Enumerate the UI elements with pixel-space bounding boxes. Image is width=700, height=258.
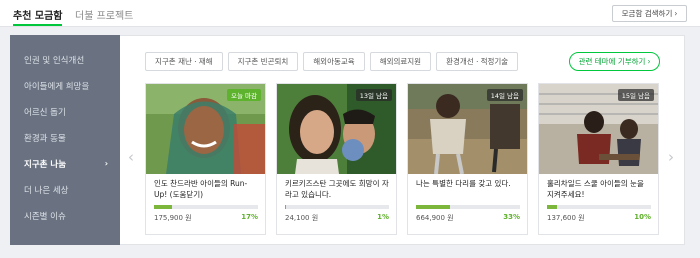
fundraiser-photo: 13일 남음 bbox=[277, 84, 396, 174]
sidebar-item-global-sharing[interactable]: 지구촌 나눔 › bbox=[10, 151, 120, 177]
search-button-label: 모금함 검색하기 bbox=[621, 9, 673, 18]
funding-progress-bar bbox=[154, 205, 258, 209]
funding-percent: 10% bbox=[634, 213, 651, 221]
sidebar-item-children[interactable]: 아이들에게 희망을 bbox=[10, 73, 120, 99]
chip-disaster-relief[interactable]: 지구촌 재난ㆍ재해 bbox=[145, 52, 223, 71]
fundraiser-title: 나는 특별한 다리를 갖고 있다. bbox=[416, 179, 511, 188]
tab-double-project[interactable]: 더불 프로젝트 bbox=[75, 7, 133, 22]
sidebar-item-seasonal-issues[interactable]: 시즌별 이슈 bbox=[10, 203, 120, 229]
sidebar-item-label: 환경과 동물 bbox=[24, 134, 66, 144]
sidebar-item-label: 더 나은 세상 bbox=[24, 186, 69, 196]
fundraiser-card[interactable]: 14일 남음 나는 특별한 다리를 갖고 있다. 664,900 원 33% bbox=[407, 83, 528, 235]
sidebar-item-label: 어르신 돕기 bbox=[24, 108, 66, 118]
fundraiser-card[interactable]: 오늘 마감 인도 찬드라반 아이들의 Run-Up! (도움닫기) 175,90… bbox=[145, 83, 266, 235]
sidebar-item-better-world[interactable]: 더 나은 세상 bbox=[10, 177, 120, 203]
funding-percent: 1% bbox=[377, 213, 389, 221]
fundraiser-photo: 오늘 마감 bbox=[146, 84, 265, 174]
donate-theme-button[interactable]: 관련 테마에 기부하기 › bbox=[569, 52, 660, 71]
carousel-next-icon[interactable]: › bbox=[668, 148, 674, 166]
raised-amount: 137,600 원 bbox=[547, 214, 585, 222]
chip-child-education[interactable]: 해외아동교육 bbox=[303, 52, 365, 71]
sidebar-item-label: 아이들에게 희망을 bbox=[24, 82, 90, 92]
fundraiser-photo: 14일 남음 bbox=[408, 84, 527, 174]
funding-progress-bar bbox=[547, 205, 651, 209]
chevron-right-icon: › bbox=[104, 159, 108, 168]
fundraiser-search-button[interactable]: 모금함 검색하기 › bbox=[612, 5, 687, 22]
sidebar-item-label: 인권 및 인식개선 bbox=[24, 56, 85, 66]
fundraiser-card[interactable]: 15일 남음 홀리차일드 스쿨 아이들의 눈을 지켜주세요! 137,600 원… bbox=[538, 83, 659, 235]
deadline-badge: 오늘 마감 bbox=[227, 89, 261, 101]
raised-amount: 24,100 원 bbox=[285, 214, 319, 222]
funding-progress-bar bbox=[285, 205, 389, 209]
fundraiser-title: 홀리차일드 스쿨 아이들의 눈을 지켜주세요! bbox=[547, 179, 644, 199]
sidebar-item-human-rights[interactable]: 인권 및 인식개선 bbox=[10, 47, 120, 73]
funding-percent: 17% bbox=[241, 213, 258, 221]
sidebar-item-label: 시즌별 이슈 bbox=[24, 212, 66, 222]
raised-amount: 664,900 원 bbox=[416, 214, 454, 222]
deadline-badge: 14일 남음 bbox=[486, 89, 523, 101]
chip-environment-tech[interactable]: 환경개선ㆍ적정기술 bbox=[436, 52, 519, 71]
theme-chips: 지구촌 재난ㆍ재해 지구촌 빈곤퇴치 해외아동교육 해외의료지원 환경개선ㆍ적정… bbox=[145, 52, 523, 71]
sidebar-item-elderly[interactable]: 어르신 돕기 bbox=[10, 99, 120, 125]
chip-poverty[interactable]: 지구촌 빈곤퇴치 bbox=[227, 52, 299, 71]
tab-recommended-fundraisers[interactable]: 추천 모금함 bbox=[13, 7, 63, 26]
donate-button-label: 관련 테마에 기부하기 bbox=[578, 57, 646, 66]
deadline-badge: 13일 남음 bbox=[355, 89, 392, 101]
fundraiser-title: 키르키즈스탄 그곳에도 희망이 자라고 있습니다. bbox=[285, 179, 389, 199]
deadline-badge: 15일 남음 bbox=[617, 89, 654, 101]
chevron-right-icon: › bbox=[674, 9, 678, 18]
chevron-right-icon: › bbox=[647, 57, 651, 66]
funding-progress-bar bbox=[416, 205, 520, 209]
sidebar-item-environment-animals[interactable]: 환경과 동물 bbox=[10, 125, 120, 151]
fundraiser-panel: 지구촌 재난ㆍ재해 지구촌 빈곤퇴치 해외아동교육 해외의료지원 환경개선ㆍ적정… bbox=[120, 35, 685, 245]
chip-medical-support[interactable]: 해외의료지원 bbox=[369, 52, 432, 71]
funding-percent: 33% bbox=[503, 213, 520, 221]
fundraiser-card[interactable]: 13일 남음 키르키즈스탄 그곳에도 희망이 자라고 있습니다. 24,100 … bbox=[276, 83, 397, 235]
fundraiser-title: 인도 찬드라반 아이들의 Run-Up! (도움닫기) bbox=[154, 179, 248, 199]
carousel-prev-icon[interactable]: ‹ bbox=[128, 148, 134, 166]
raised-amount: 175,900 원 bbox=[154, 214, 192, 222]
sidebar-item-label: 지구촌 나눔 bbox=[24, 160, 67, 170]
fundraiser-photo: 15일 남음 bbox=[539, 84, 658, 174]
top-tab-bar: 추천 모금함 더불 프로젝트 모금함 검색하기 › bbox=[0, 0, 700, 27]
category-sidebar: 인권 및 인식개선 아이들에게 희망을 어르신 돕기 환경과 동물 지구촌 나눔… bbox=[10, 35, 120, 245]
